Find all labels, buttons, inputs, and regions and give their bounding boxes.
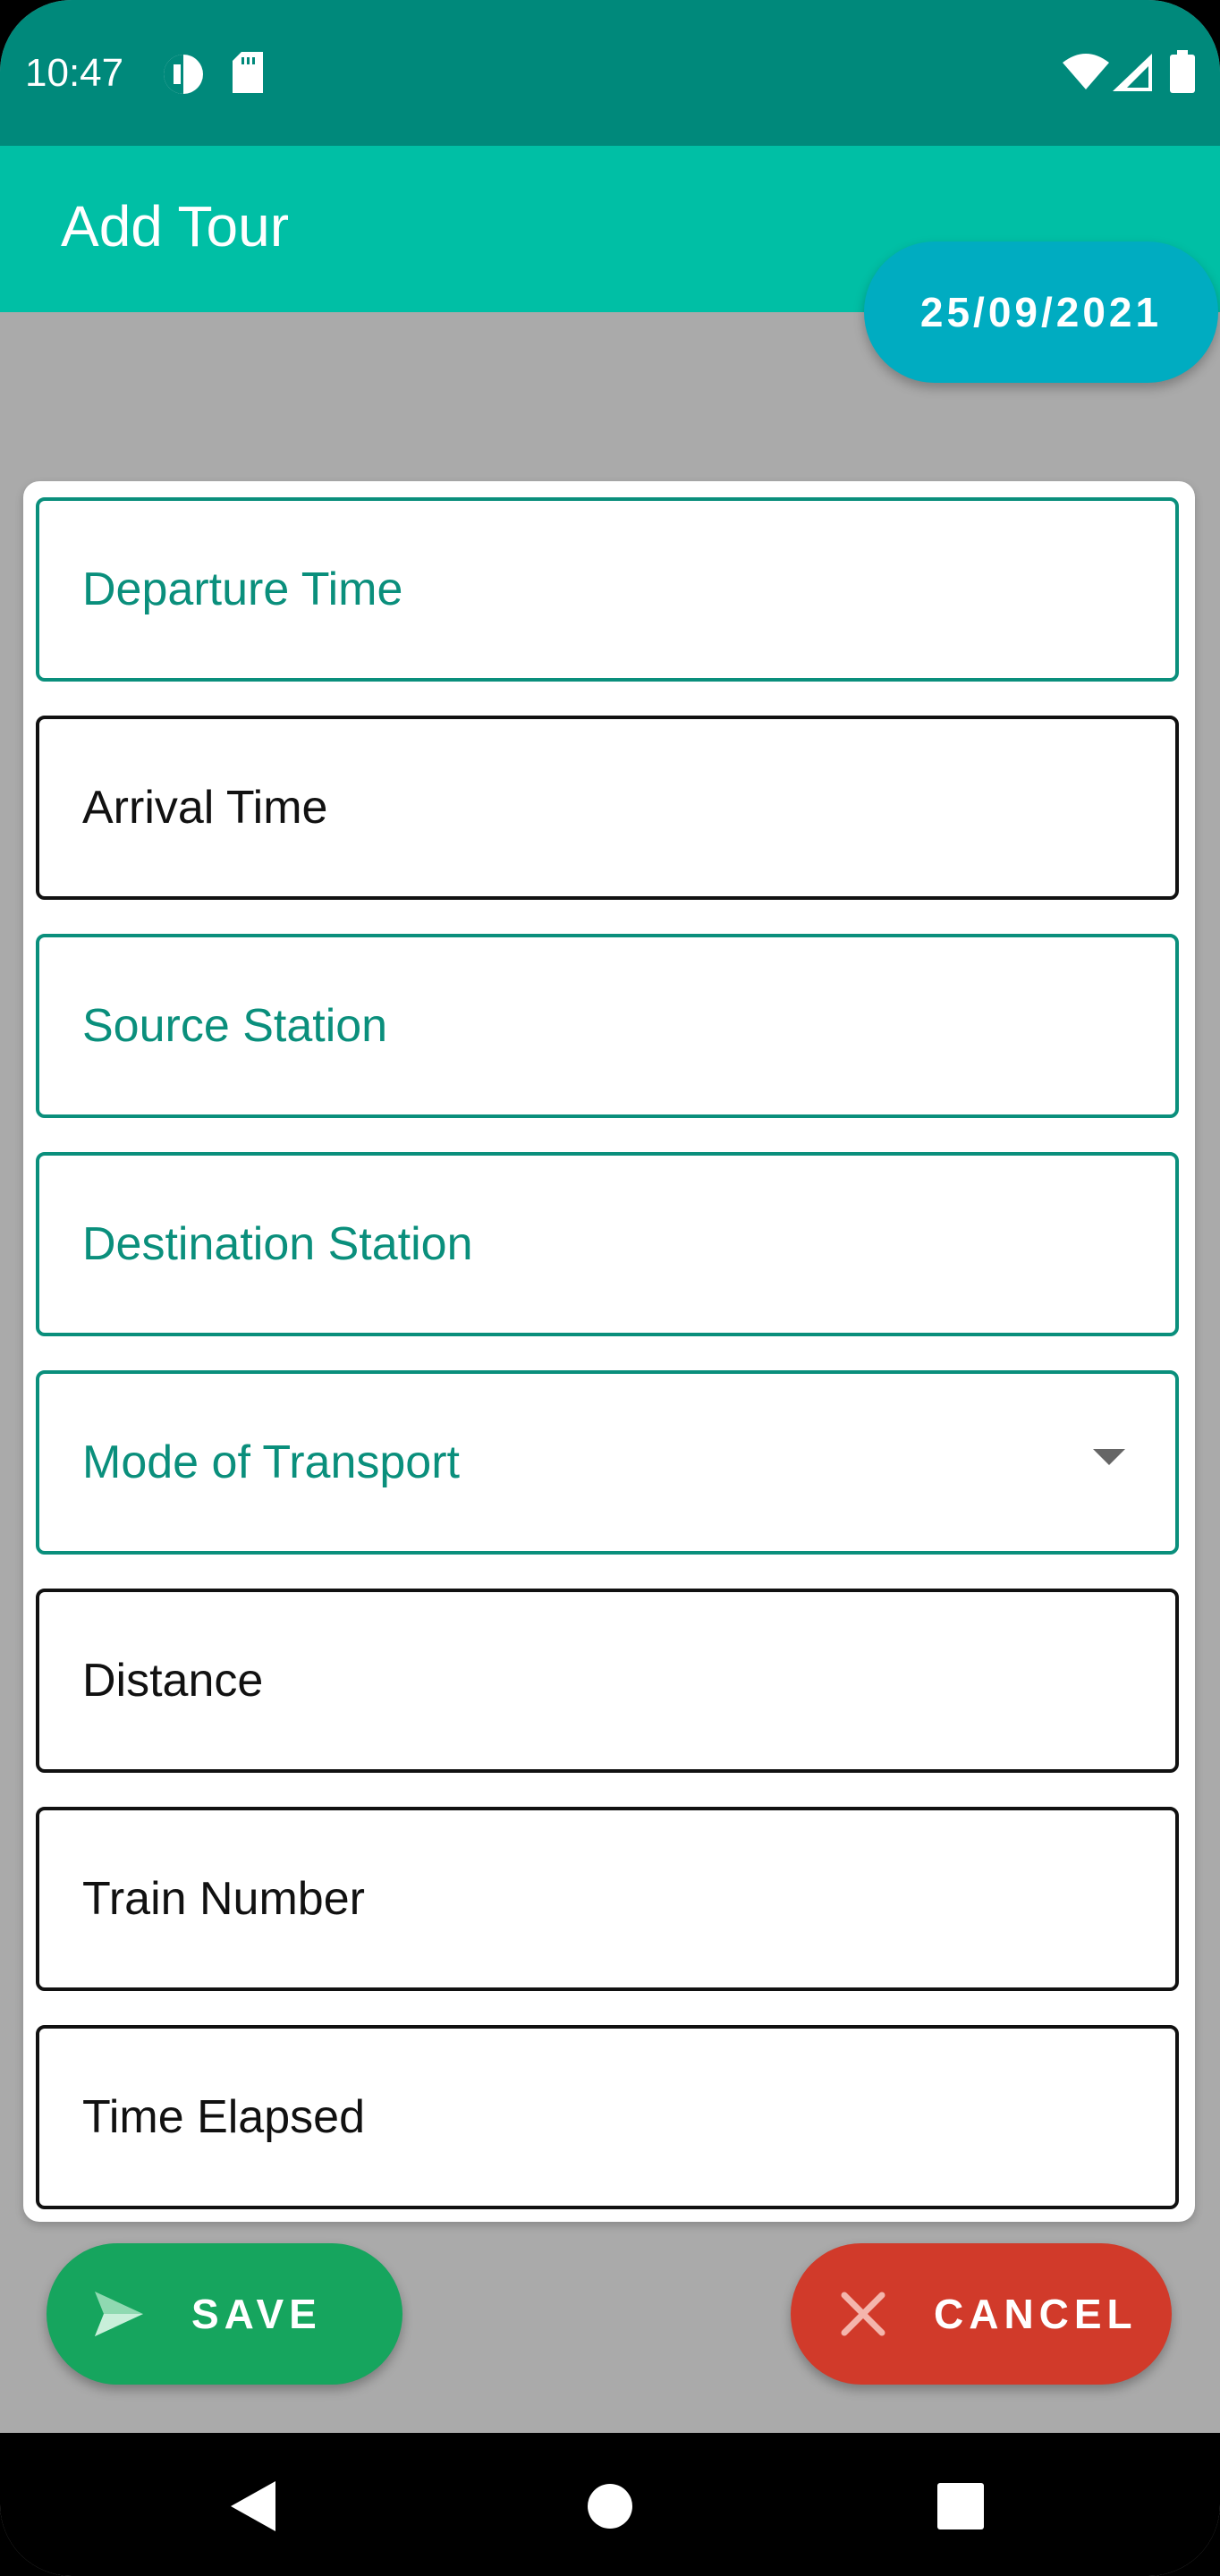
wifi-icon (1063, 54, 1109, 94)
field-label: Source Station (82, 1000, 388, 1052)
field-label: Train Number (82, 1873, 365, 1925)
send-icon (95, 2292, 143, 2346)
save-button[interactable]: SAVE (47, 2243, 402, 2385)
source-station-field[interactable]: Source Station (36, 934, 1179, 1118)
mode-of-transport-dropdown[interactable]: Mode of Transport (36, 1370, 1179, 1555)
signal-icon (1113, 54, 1152, 96)
cancel-button[interactable]: CANCEL (791, 2243, 1172, 2385)
time-elapsed-field[interactable]: Time Elapsed (36, 2025, 1179, 2209)
destination-station-field[interactable]: Destination Station (36, 1152, 1179, 1336)
app-screen: 10:47 Add Tour 25/09/2021 Departure Time… (0, 0, 1220, 2576)
distance-field[interactable]: Distance (36, 1589, 1179, 1773)
data-saver-icon (161, 52, 206, 101)
field-label: Destination Station (82, 1218, 473, 1270)
battery-icon (1170, 50, 1195, 97)
date-chip-button[interactable]: 25/09/2021 (864, 242, 1218, 383)
field-label: Arrival Time (82, 782, 328, 834)
page-title: Add Tour (61, 194, 289, 258)
arrival-time-field[interactable]: Arrival Time (36, 716, 1179, 900)
field-label: Mode of Transport (82, 1436, 460, 1488)
system-nav-bar (0, 2433, 1220, 2576)
status-bar: 10:47 (0, 0, 1220, 146)
field-label: Distance (82, 1655, 264, 1707)
status-time: 10:47 (25, 51, 124, 95)
departure-time-field[interactable]: Departure Time (36, 497, 1179, 682)
recents-icon[interactable] (937, 2483, 984, 2534)
cancel-label: CANCEL (934, 2291, 1138, 2337)
save-label: SAVE (191, 2291, 322, 2337)
back-icon[interactable] (231, 2481, 275, 2536)
train-number-field[interactable]: Train Number (36, 1807, 1179, 1991)
tour-form-card: Departure Time Arrival Time Source Stati… (23, 481, 1195, 2222)
sd-card-icon (233, 52, 263, 97)
close-icon (839, 2290, 887, 2348)
home-icon[interactable] (587, 2483, 633, 2534)
field-label: Departure Time (82, 564, 403, 615)
dropdown-arrow-icon[interactable] (1093, 1449, 1125, 1465)
field-label: Time Elapsed (82, 2091, 365, 2143)
